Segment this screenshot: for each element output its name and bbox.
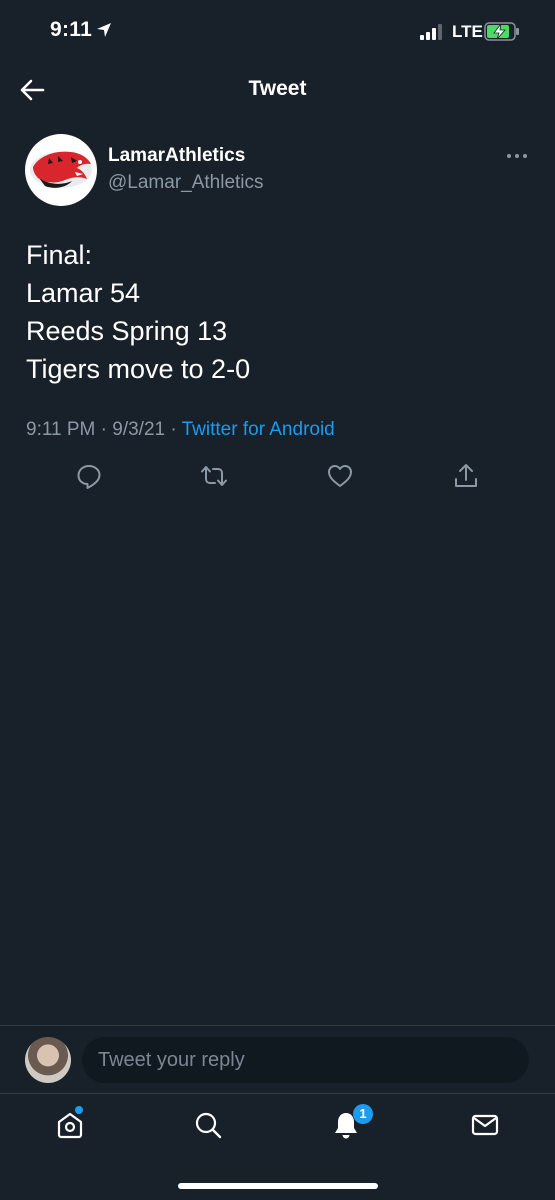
tweet-date: 9/3/21 [112, 419, 166, 440]
user-avatar[interactable] [25, 1037, 71, 1083]
carrier-label: LTE [452, 22, 483, 41]
status-time: 9:11 [50, 18, 93, 41]
tweet-actions [0, 462, 555, 496]
like-heart-icon[interactable] [326, 462, 354, 490]
cellular-signal-icon [420, 24, 442, 40]
reply-composer [0, 1025, 555, 1093]
location-arrow-icon [97, 23, 111, 37]
home-icon[interactable] [55, 1110, 85, 1140]
author-display-name[interactable]: LamarAthletics [108, 145, 245, 167]
author-handle[interactable]: @Lamar_Athletics [108, 172, 264, 194]
tweet-text-line: Lamar 54 [26, 278, 141, 308]
tweet-text-line: Final: [26, 240, 93, 270]
battery-charging-icon [484, 22, 519, 41]
author-avatar[interactable] [25, 134, 97, 206]
tweet-text: Final: Lamar 54 Reeds Spring 13 Tigers m… [26, 236, 250, 388]
more-options-icon[interactable] [503, 148, 531, 164]
top-app-bar: Tweet [0, 64, 555, 116]
share-icon[interactable] [452, 462, 480, 490]
tweet-detail-screen: 9:11 LTE Tweet LamarAthletics @Lamar_Ath… [0, 0, 555, 1200]
page-title: Tweet [248, 77, 307, 100]
tweet-metadata: 9:11 PM · 9/3/21 · Twitter for Android [26, 419, 335, 441]
home-new-dot [75, 1106, 83, 1114]
messages-envelope-icon[interactable] [470, 1110, 500, 1140]
tweet-text-line: Reeds Spring 13 [26, 316, 228, 346]
tiger-logo-icon [30, 151, 92, 188]
tweet-time: 9:11 PM [26, 419, 96, 440]
tweet-text-line: Tigers move to 2-0 [26, 354, 251, 384]
separator: · [170, 419, 177, 440]
separator: · [100, 419, 107, 440]
home-indicator[interactable] [178, 1183, 378, 1189]
reply-icon[interactable] [75, 462, 103, 490]
retweet-icon[interactable] [200, 462, 228, 490]
status-bar: 9:11 LTE [0, 0, 555, 64]
search-icon[interactable] [193, 1110, 223, 1140]
notifications-badge: 1 [353, 1104, 373, 1124]
reply-input[interactable] [82, 1037, 529, 1083]
tweet-source-link[interactable]: Twitter for Android [182, 419, 335, 440]
